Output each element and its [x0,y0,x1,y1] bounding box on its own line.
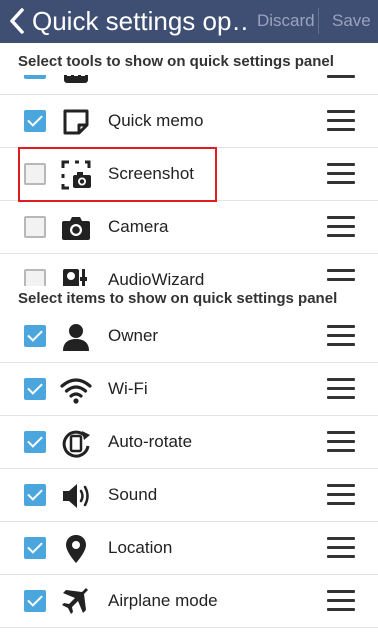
action-divider [318,8,319,34]
items-list[interactable]: Owner Wi-Fi Auto-rotate Sound Location A… [0,289,378,640]
page-title: Quick settings op… [32,6,247,36]
owner-icon [63,324,89,351]
drag-handle-icon[interactable] [327,590,355,612]
wifi-icon [60,378,92,404]
item-label: Location [108,538,173,557]
item-label: Owner [108,326,159,345]
item-label: Wi-Fi [108,379,148,398]
item-label: Camera [108,217,169,236]
list-item-wifi[interactable]: Wi-Fi [0,363,378,416]
drag-handle-icon[interactable] [327,163,355,185]
list-item-owner[interactable]: Owner [0,310,378,363]
checkbox-quick-memo[interactable] [24,110,46,132]
checkbox-owner[interactable] [24,325,46,347]
drag-handle-icon[interactable] [327,431,355,453]
list-item-quick-memo[interactable]: Quick memo [0,95,378,148]
tools-section-header: Select tools to show on quick settings p… [0,49,378,75]
drag-handle-icon[interactable] [327,537,355,559]
list-item-airplane-mode[interactable]: Airplane mode [0,575,378,628]
save-button[interactable]: Save [332,10,371,32]
item-label: Sound [108,485,158,504]
location-icon [66,535,86,563]
drag-handle-icon[interactable] [327,216,355,238]
screenshot-icon [61,160,91,190]
list-item-auto-rotate[interactable]: Auto-rotate [0,416,378,469]
drag-handle-icon[interactable] [327,484,355,506]
items-section-header: Select items to show on quick settings p… [0,286,378,312]
list-item-audiowizard[interactable]: AudioWizard [0,254,378,289]
checkbox-screenshot[interactable] [24,163,46,185]
item-label: Quick memo [108,111,204,130]
item-label: Screenshot [108,164,194,183]
list-item-sound[interactable]: Sound [0,469,378,522]
checkbox-location[interactable] [24,537,46,559]
item-label: Airplane mode [108,591,218,610]
item-label: AudioWizard [108,270,205,289]
discard-button[interactable]: Discard [257,10,315,32]
checkbox-camera[interactable] [24,216,46,238]
list-item-screenshot[interactable]: Screenshot [0,148,378,201]
checkbox-sound[interactable] [24,484,46,506]
auto-rotate-icon [62,430,90,458]
sound-icon [63,484,89,508]
checkbox-airplane-mode[interactable] [24,590,46,612]
item-label: Auto-rotate [108,432,193,451]
back-arrow-icon[interactable] [8,7,26,35]
checkbox-wifi[interactable] [24,378,46,400]
tools-list[interactable]: Calculator Quick memo Screenshot [0,43,378,289]
list-item-camera[interactable]: Camera [0,201,378,254]
list-item-location[interactable]: Location [0,522,378,575]
drag-handle-icon[interactable] [327,325,355,347]
drag-handle-icon[interactable] [327,378,355,400]
checkbox-auto-rotate[interactable] [24,431,46,453]
airplane-icon [62,588,88,614]
app-bar: Quick settings op… Discard Save [0,0,378,43]
camera-icon [62,217,90,240]
quick-memo-icon [63,109,89,135]
drag-handle-icon[interactable] [327,110,355,132]
